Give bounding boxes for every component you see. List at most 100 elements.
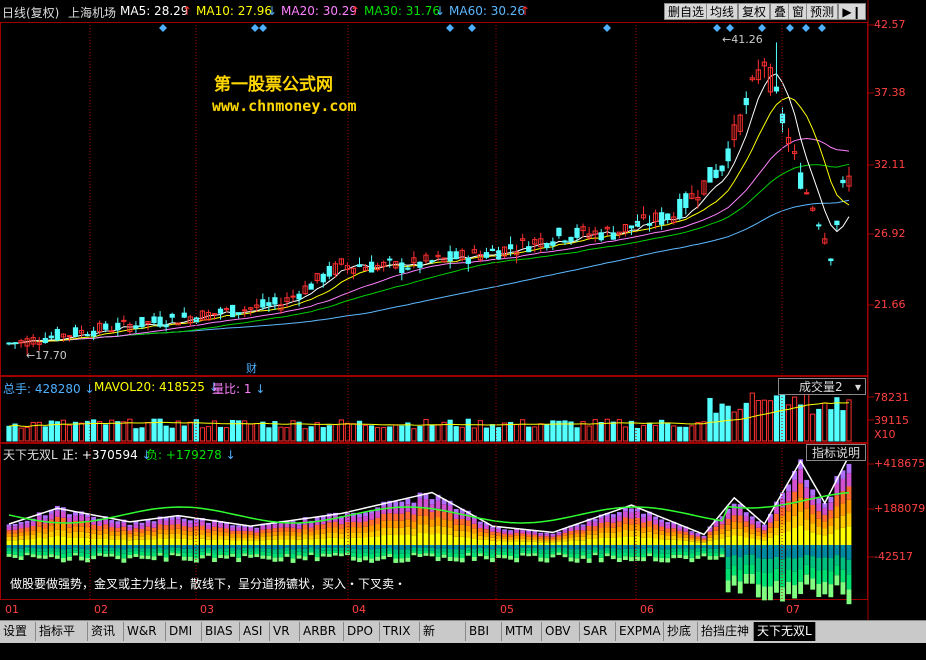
indicator-bar <box>471 523 477 529</box>
volume-bar <box>399 425 405 442</box>
volume-ratio-value: 量比: 1 <box>212 382 252 396</box>
indicator-bar <box>284 523 290 528</box>
indicator-bar <box>399 527 405 536</box>
indicator-bar-negative <box>483 555 489 560</box>
indicator-bar-negative <box>187 552 193 557</box>
watermark-url: www.chnmoney.com <box>212 97 357 115</box>
indicator-bar <box>490 534 495 538</box>
indicator-bar <box>290 535 296 540</box>
tab-7[interactable]: VR <box>270 622 300 641</box>
finance-marker[interactable]: 财 <box>246 360 257 376</box>
indicator-bar-negative <box>387 545 393 549</box>
indicator-bar <box>139 539 145 545</box>
tab-8[interactable]: ARBR <box>300 622 344 641</box>
indicator-bar-negative <box>103 553 109 557</box>
indicator-bar-negative <box>780 587 785 602</box>
indicator-bar <box>357 513 362 518</box>
tab-12[interactable]: BBI <box>466 622 502 641</box>
volume-bar <box>60 419 67 442</box>
indicator-bar <box>731 521 737 529</box>
indicator-bar-negative <box>604 550 610 554</box>
indicator-bar-negative <box>749 545 755 555</box>
tab-19[interactable]: 天下无双L <box>754 622 816 641</box>
indicator-bar-negative <box>260 545 266 549</box>
indicator-bar <box>780 524 785 533</box>
volume-bar <box>725 405 731 442</box>
indicator-bar <box>24 539 30 545</box>
tab-5[interactable]: BIAS <box>202 622 240 641</box>
indicator-bar <box>42 528 48 534</box>
indicator-bar-negative <box>641 545 646 550</box>
indicator-bar-negative <box>18 545 24 549</box>
indicator-bar-negative <box>393 558 399 563</box>
indicator-axis-label: +188079 <box>874 502 926 515</box>
tab-3[interactable]: W&R <box>124 622 166 641</box>
price-axis-label: 37.38 <box>874 86 906 99</box>
indicator-bar-negative <box>725 556 731 569</box>
tab-10[interactable]: TRIX <box>380 622 420 641</box>
indicator-bar-negative <box>568 553 574 558</box>
indicator-bar-negative <box>375 556 381 561</box>
indicator-bar-negative <box>840 557 846 570</box>
tab-6[interactable]: ASI <box>240 622 270 641</box>
indicator-bar <box>314 538 320 545</box>
tab-16[interactable]: EXPMA <box>616 622 664 641</box>
indicator-bar <box>369 513 375 520</box>
indicator-bar <box>556 537 562 540</box>
indicator-bar <box>242 527 248 531</box>
volume-bar <box>175 420 181 442</box>
indicator-bar-negative <box>73 545 78 548</box>
tab-0[interactable]: 设置 <box>0 622 36 641</box>
indicator-bar <box>459 536 465 545</box>
indicator-bar <box>508 530 513 532</box>
volume-selector[interactable]: 成交量2 ▾ <box>778 378 866 395</box>
indicator-bar <box>187 535 193 540</box>
indicator-bar-negative <box>743 573 749 584</box>
candle-body <box>6 342 12 345</box>
indicator-bar-negative <box>73 550 78 553</box>
indicator-bar <box>97 526 103 531</box>
indicator-help-button[interactable]: 指标说明 <box>806 444 866 461</box>
tab-14[interactable]: OBV <box>542 622 580 641</box>
candle-body <box>405 267 411 270</box>
indicator-note: 做股要做强势，金叉或主力线上，散线下，呈分道扬镳状，买入・下叉卖・ <box>10 577 407 591</box>
indicator-bar-negative <box>212 549 217 554</box>
tab-11[interactable]: 新DMA <box>420 622 466 657</box>
tab-18[interactable]: 抬挡庄神 <box>698 622 754 641</box>
tab-9[interactable]: DPO <box>344 622 380 641</box>
indicator-bar-negative <box>206 545 211 548</box>
indicator-bar <box>810 495 816 505</box>
volume-bar <box>133 428 139 442</box>
indicator-bar <box>296 528 302 533</box>
indicator-bar <box>828 510 834 519</box>
indicator-bar <box>381 527 387 536</box>
indicator-bar <box>786 491 791 502</box>
indicator-bar-negative <box>804 554 810 565</box>
indicator-bar-negative <box>822 557 828 570</box>
volume-bar <box>362 424 369 442</box>
tab-1[interactable]: 指标平台 <box>36 622 88 657</box>
tab-13[interactable]: MTM <box>502 622 542 641</box>
volume-bar <box>804 392 810 442</box>
candle-body <box>683 193 689 208</box>
indicator-bar <box>278 531 284 536</box>
indicator-bar-negative <box>393 553 399 559</box>
tab-2[interactable]: 资讯 <box>88 622 124 641</box>
indicator-bar-negative <box>719 554 725 558</box>
candle-body <box>54 329 60 341</box>
tab-17[interactable]: 抄底 <box>664 622 698 641</box>
indicator-bar-negative <box>538 553 544 558</box>
indicator-bar-negative <box>683 545 689 549</box>
indicator-bar <box>816 503 822 512</box>
indicator-bar-negative <box>308 547 314 551</box>
candle-body <box>211 313 218 316</box>
tab-15[interactable]: SAR <box>580 622 616 641</box>
indicator-bar-negative <box>157 545 163 548</box>
indicator-bar-negative <box>526 553 532 557</box>
indicator-bar <box>145 526 151 531</box>
tab-4[interactable]: DMI <box>166 622 202 641</box>
indicator-bar <box>828 502 834 511</box>
indicator-bar <box>707 534 713 538</box>
indicator-bar-negative <box>544 553 550 559</box>
candle-body <box>447 251 453 262</box>
